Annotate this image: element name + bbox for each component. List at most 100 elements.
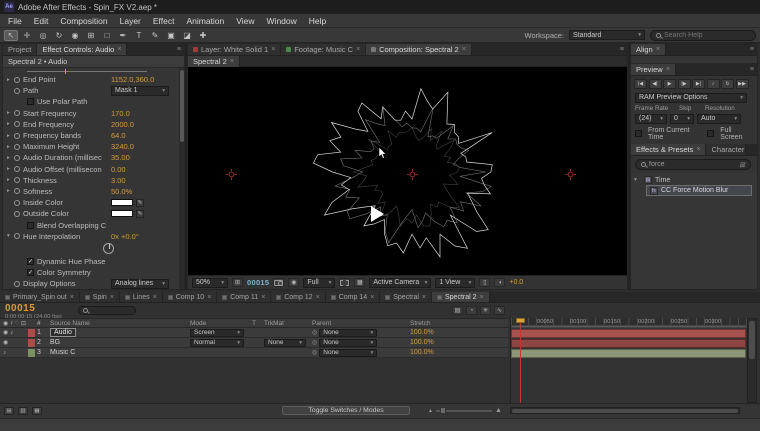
timeline-graph-area[interactable]: 00050 00100 00150 00200 00250 00300: [510, 318, 746, 403]
twirl-icon[interactable]: ▸: [7, 166, 14, 172]
stopwatch-icon[interactable]: [14, 177, 20, 183]
audio-icon[interactable]: ♪: [10, 330, 13, 336]
layer-row-audio[interactable]: ◉♪ 1 Audio Screen▾ ◎None▾ 100.0%: [0, 328, 508, 338]
outside-color-swatch[interactable]: [111, 210, 133, 217]
stopwatch-icon[interactable]: [14, 110, 20, 116]
composition-mini-flowchart-icon[interactable]: ▤: [452, 306, 463, 315]
layer-name[interactable]: BG: [50, 339, 190, 346]
scrollbar-thumb[interactable]: [749, 321, 755, 359]
property-value[interactable]: 3.00: [111, 176, 126, 185]
zoom-slider-thumb[interactable]: [440, 407, 446, 414]
play-button[interactable]: ▶: [663, 79, 676, 89]
eye-icon[interactable]: ◉: [3, 329, 8, 336]
menu-help[interactable]: Help: [303, 16, 332, 26]
twirl-icon[interactable]: ▸: [7, 155, 14, 161]
layer-bar-music-c[interactable]: [511, 349, 746, 358]
stopwatch-icon[interactable]: [14, 281, 20, 287]
effects-search[interactable]: ⊠: [635, 159, 751, 170]
close-icon[interactable]: ×: [356, 46, 360, 53]
panel-menu-icon[interactable]: ≡: [174, 44, 184, 55]
rotation-dial[interactable]: [103, 243, 114, 254]
layer-av-switches[interactable]: ◉♪: [0, 329, 28, 336]
skip-dropdown[interactable]: 0▾: [670, 114, 694, 124]
property-row-path[interactable]: PathMask 1▾: [3, 85, 184, 96]
timeline-tab-comp-10[interactable]: Comp 10×: [163, 292, 218, 302]
expand-transfer-controls-button[interactable]: ▥: [18, 407, 28, 415]
eye-icon[interactable]: ◉: [3, 339, 8, 346]
graph-editor-icon[interactable]: ∿: [494, 306, 505, 315]
property-row-frequency-bands[interactable]: ▸Frequency bands64.0: [3, 130, 184, 141]
property-row-dynamic-hue-phase[interactable]: ✓Dynamic Hue Phase: [3, 256, 184, 267]
exposure-value[interactable]: +0.0: [509, 279, 523, 286]
path-point-marker[interactable]: [565, 169, 576, 180]
parent-dropdown[interactable]: None▾: [319, 329, 377, 337]
path-point-marker[interactable]: [226, 169, 237, 180]
eyedropper-icon[interactable]: ✎: [136, 210, 144, 218]
close-icon[interactable]: ×: [70, 294, 74, 301]
property-row-display-options[interactable]: Display OptionsAnalog lines▾: [3, 278, 184, 289]
magnification-dropdown[interactable]: 50%▾: [192, 278, 228, 288]
property-row-start-frequency[interactable]: ▸Start Frequency170.0: [3, 108, 184, 119]
property-value[interactable]: 2000.0: [111, 120, 134, 129]
stopwatch-icon[interactable]: [14, 144, 20, 150]
menu-layer[interactable]: Layer: [114, 16, 147, 26]
stretch-value[interactable]: 100.0%: [410, 349, 460, 356]
timeline-tab-spectral-2[interactable]: Spectral 2×: [432, 292, 490, 302]
puppet-pin-tool-icon[interactable]: ✚: [196, 30, 210, 41]
trkmat-dropdown[interactable]: None▾: [264, 339, 306, 347]
layer-row-music-c[interactable]: ♪ 3 Music C ◎None▾ 100.0%: [0, 348, 508, 358]
exposure-icon[interactable]: ◑: [494, 278, 505, 287]
stretch-value[interactable]: 100.0%: [410, 339, 460, 346]
layer-name[interactable]: Audio: [50, 328, 76, 337]
camera-tool-icon[interactable]: ◉: [68, 30, 82, 41]
property-value[interactable]: 3240.0: [111, 142, 134, 151]
menu-file[interactable]: File: [2, 16, 28, 26]
safe-areas-icon[interactable]: ⊞: [232, 278, 243, 287]
tab-composition-viewer[interactable]: Composition: Spectral 2×: [366, 44, 472, 55]
property-value[interactable]: 64.0: [111, 131, 126, 140]
parent-dropdown[interactable]: None▾: [319, 349, 377, 357]
close-icon[interactable]: ×: [117, 46, 121, 53]
close-icon[interactable]: ×: [666, 66, 670, 73]
timeline-tab-spin[interactable]: Spin×: [80, 292, 120, 302]
timeline-vertical-scrollbar[interactable]: [747, 318, 757, 403]
twirl-icon[interactable]: ▸: [7, 144, 14, 150]
stopwatch-icon[interactable]: [14, 77, 20, 83]
shape-tool-icon[interactable]: □: [100, 30, 114, 41]
next-frame-button[interactable]: |▶: [678, 79, 691, 89]
zoom-slider[interactable]: [436, 410, 492, 412]
parent-dropdown[interactable]: None▾: [319, 339, 377, 347]
property-row-color-symmetry[interactable]: ✓Color Symmetry: [3, 267, 184, 278]
composition-viewer[interactable]: [188, 67, 627, 275]
type-tool-icon[interactable]: T: [132, 30, 146, 41]
frame-rate-dropdown[interactable]: (24)▾: [635, 114, 667, 124]
first-frame-button[interactable]: |◀: [634, 79, 647, 89]
layer-av-switches[interactable]: ◉: [0, 339, 28, 346]
property-row-outside-color[interactable]: Outside Color✎: [3, 208, 184, 219]
display-options-dropdown[interactable]: Analog lines▾: [111, 279, 169, 289]
layer-bar-audio[interactable]: [511, 329, 746, 338]
trkmat-header[interactable]: TrkMat: [264, 320, 312, 327]
effect-item-cc-force-motion-blur[interactable]: fxCC Force Motion Blur: [646, 185, 752, 196]
twirl-icon[interactable]: ▸: [7, 133, 14, 139]
panel-menu-icon[interactable]: ≡: [747, 44, 757, 55]
pickwhip-icon[interactable]: ◎: [312, 339, 317, 346]
property-row-hue-interpolation[interactable]: ▾Hue Interpolation0x +0.0°: [3, 231, 184, 242]
menu-animation[interactable]: Animation: [180, 16, 230, 26]
layer-color-label[interactable]: [28, 349, 35, 357]
pan-behind-tool-icon[interactable]: ⊞: [84, 30, 98, 41]
stopwatch-icon[interactable]: [14, 155, 20, 161]
scrollbar-thumb[interactable]: [512, 409, 738, 413]
property-row-inside-color[interactable]: Inside Color✎: [3, 197, 184, 208]
snapshot-icon[interactable]: [273, 278, 284, 287]
tab-align[interactable]: Align×: [631, 44, 666, 55]
close-icon[interactable]: ×: [370, 294, 374, 301]
path-point-marker[interactable]: [407, 169, 418, 180]
property-row-end-frequency[interactable]: ▸End Frequency2000.0: [3, 119, 184, 130]
tab-layer-viewer[interactable]: Layer: White Solid 1×: [188, 44, 281, 55]
hand-tool-icon[interactable]: ✛: [20, 30, 34, 41]
show-snapshot-icon[interactable]: ◉: [288, 278, 299, 287]
property-value[interactable]: 50.0%: [111, 187, 132, 196]
panel-menu-icon[interactable]: ≡: [747, 64, 757, 75]
preview-resolution-dropdown[interactable]: Auto▾: [697, 114, 741, 124]
